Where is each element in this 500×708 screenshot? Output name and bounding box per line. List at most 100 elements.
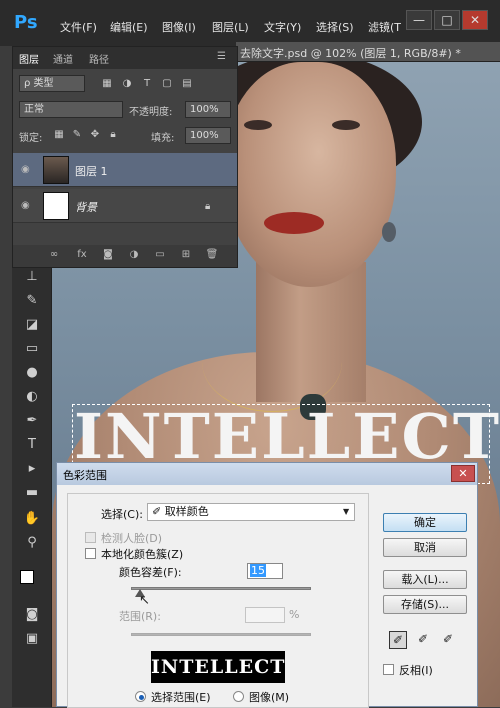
history-brush-icon[interactable]: ✎	[22, 292, 42, 310]
fx-icon[interactable]: fx	[75, 249, 89, 263]
foreground-color-swatch[interactable]	[20, 570, 34, 584]
lock-all-icon[interactable]: 🔒︎	[107, 129, 119, 141]
trash-icon[interactable]: 🗑︎	[205, 249, 219, 263]
filter-pixel-icon[interactable]: ▦	[101, 78, 113, 90]
path-select-icon[interactable]: ▸	[22, 460, 42, 478]
minimize-button[interactable]: —	[406, 10, 432, 30]
stamp-tool-icon[interactable]: ⊥	[22, 268, 42, 286]
fuzziness-input[interactable]: 15	[247, 563, 283, 579]
load-button[interactable]: 载入(L)...	[383, 570, 467, 589]
folder-icon[interactable]: ▭	[153, 249, 167, 263]
range-slider[interactable]	[131, 633, 311, 636]
invert-checkbox[interactable]	[383, 664, 394, 675]
radio-selection-label: 选择范围(E)	[151, 691, 211, 704]
radio-image[interactable]	[233, 691, 244, 702]
restore-button[interactable]: □	[434, 10, 460, 30]
menu-file[interactable]: 文件(F)	[60, 19, 97, 35]
visibility-eye-icon[interactable]: ◉	[21, 164, 35, 176]
localized-clusters-label: 本地化颜色簇(Z)	[101, 548, 184, 561]
lock-icon: 🔒︎	[205, 201, 211, 212]
layer-row-background[interactable]: ◉ 背景 🔒︎	[13, 189, 237, 223]
eyedropper-icon[interactable]: ✐	[389, 631, 407, 649]
radio-image-label: 图像(M)	[249, 691, 290, 704]
zoom-icon[interactable]: ⚲	[22, 534, 42, 552]
tab-layers[interactable]: 图层	[19, 51, 39, 66]
eyedropper-plus-icon[interactable]: ✐	[414, 631, 432, 649]
eyedropper-small-icon: ✐	[152, 505, 165, 518]
lock-move-icon[interactable]: ✥	[89, 129, 101, 141]
cancel-button[interactable]: 取消	[383, 538, 467, 557]
eyedropper-minus-icon[interactable]: ✐	[439, 631, 457, 649]
gradient-icon[interactable]: ▭	[22, 340, 42, 358]
type-tool-icon[interactable]: T	[22, 436, 42, 454]
blend-mode-dropdown[interactable]: 正常	[19, 101, 123, 118]
radio-selected-dot	[139, 695, 144, 700]
menu-type[interactable]: 文字(Y)	[264, 19, 301, 35]
filter-shape-icon[interactable]: ▢	[161, 78, 173, 90]
fuzziness-value: 15	[250, 564, 266, 577]
panel-menu-icon[interactable]: ☰	[217, 51, 226, 62]
detect-faces-checkbox[interactable]	[85, 532, 96, 543]
menu-image[interactable]: 图像(I)	[162, 19, 196, 35]
visibility-eye-icon[interactable]: ◉	[21, 200, 35, 212]
tab-channels[interactable]: 通道	[53, 51, 73, 66]
layer-name[interactable]: 背景	[75, 199, 97, 215]
layer-thumbnail	[43, 192, 69, 220]
range-input[interactable]	[245, 607, 285, 623]
document-tab[interactable]: 去除文字.psd @ 102% (图层 1, RGB/8#) *	[240, 45, 461, 61]
layer-thumbnail	[43, 156, 69, 184]
photoshop-logo: Ps	[14, 12, 38, 33]
quick-mask-icon[interactable]: ◙	[22, 606, 42, 624]
range-unit: %	[289, 608, 300, 621]
photo-lips	[264, 212, 324, 234]
chevron-down-icon: ▼	[343, 507, 350, 516]
filter-adjust-icon[interactable]: ◑	[121, 78, 133, 90]
dialog-titlebar[interactable]: 色彩范围 ✕	[57, 463, 477, 485]
link-icon[interactable]: ∞	[47, 249, 61, 263]
layers-panel-tabs: 图层 通道 路径 ☰	[13, 47, 237, 69]
tab-paths[interactable]: 路径	[89, 51, 109, 66]
opacity-label: 不透明度:	[129, 107, 173, 118]
rectangle-icon[interactable]: ▬	[22, 484, 42, 502]
lock-paint-icon[interactable]: ✎	[71, 129, 83, 141]
new-layer-icon[interactable]: ⊞	[179, 249, 193, 263]
document-tab-bar: 去除文字.psd @ 102% (图层 1, RGB/8#) *	[236, 42, 500, 62]
blur-icon[interactable]: ●	[22, 364, 42, 382]
fill-label: 填充:	[151, 133, 175, 144]
close-window-button[interactable]: ✕	[462, 10, 488, 30]
photo-earring	[382, 222, 396, 242]
opacity-input[interactable]: 100%	[185, 101, 231, 118]
eraser-icon[interactable]: ◪	[22, 316, 42, 334]
menu-bar: Ps 文件(F) 编辑(E) 图像(I) 图层(L) 文字(Y) 选择(S) 滤…	[0, 0, 500, 46]
dodge-icon[interactable]: ◐	[22, 388, 42, 406]
menu-filter[interactable]: 滤镜(T	[368, 19, 401, 35]
selection-preview: INTELLECT	[151, 651, 285, 683]
ok-button[interactable]: 确定	[383, 513, 467, 532]
filter-type-icon[interactable]: T	[141, 78, 153, 90]
lock-transparent-icon[interactable]: ▦	[53, 129, 65, 141]
fill-input[interactable]: 100%	[185, 127, 231, 144]
hand-icon[interactable]: ✋	[22, 510, 42, 528]
save-button[interactable]: 存储(S)...	[383, 595, 467, 614]
layer-name[interactable]: 图层 1	[75, 163, 108, 179]
filter-smart-icon[interactable]: ▤	[181, 78, 193, 90]
dialog-close-button[interactable]: ✕	[451, 465, 475, 482]
radio-selection[interactable]	[135, 691, 146, 702]
menu-select[interactable]: 选择(S)	[316, 19, 354, 35]
fuzziness-slider[interactable]	[131, 587, 311, 590]
mask-icon[interactable]: ◙	[101, 249, 115, 263]
layer-row-layer1[interactable]: ◉ 图层 1	[13, 153, 237, 187]
invert-label: 反相(I)	[399, 664, 433, 677]
screen-mode-icon[interactable]: ▣	[22, 630, 42, 648]
localized-clusters-checkbox[interactable]	[85, 548, 96, 559]
menu-layer[interactable]: 图层(L)	[212, 19, 249, 35]
photo-face	[224, 62, 396, 287]
layers-panel-footer: ∞ fx ◙ ◑ ▭ ⊞ 🗑︎	[13, 245, 237, 267]
select-dropdown[interactable]: ✐ 取样颜色	[147, 503, 355, 521]
layer-filter-dropdown[interactable]: ρ 类型	[19, 75, 85, 92]
photo-eye-right	[332, 120, 360, 130]
pen-icon[interactable]: ✒	[22, 412, 42, 430]
adjustment-icon[interactable]: ◑	[127, 249, 141, 263]
menu-edit[interactable]: 编辑(E)	[110, 19, 148, 35]
color-range-dialog: 色彩范围 ✕ 选择(C): ✐ 取样颜色 ▼ 检测人脸(D) 本地化颜色簇(Z)…	[56, 462, 478, 708]
